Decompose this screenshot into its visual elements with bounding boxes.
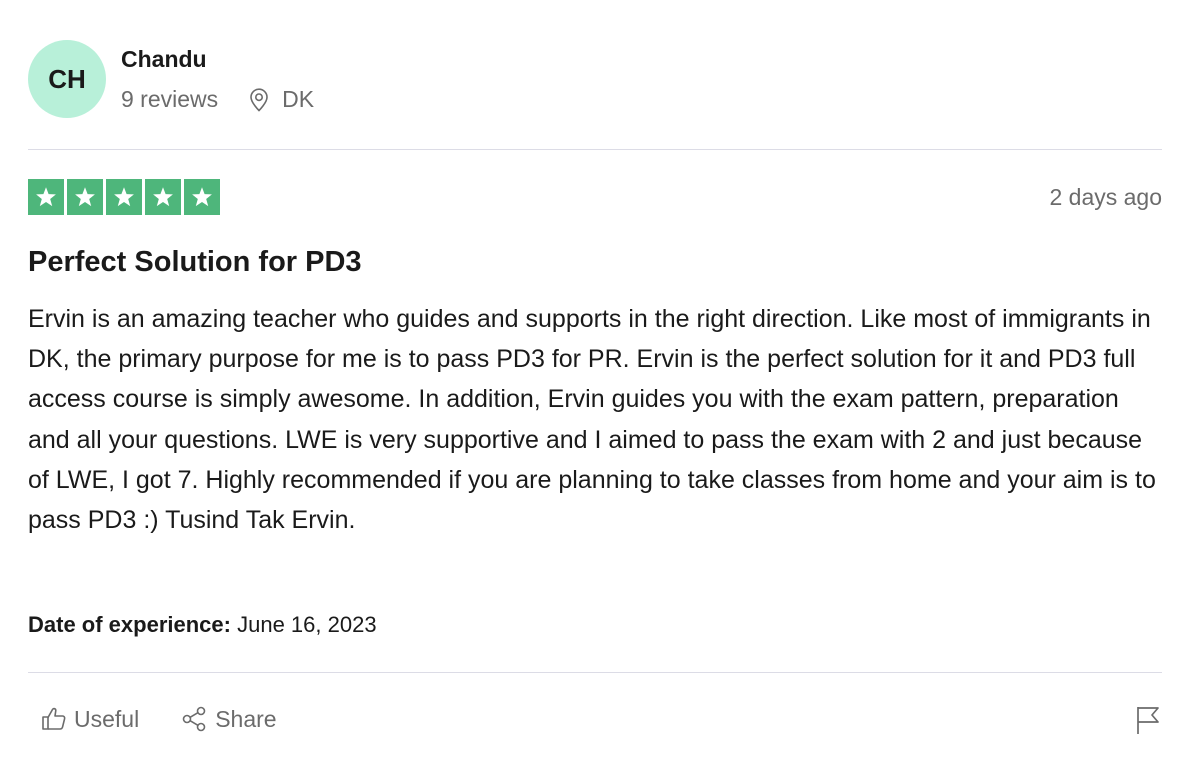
- useful-button[interactable]: Useful: [40, 705, 139, 733]
- review-card: CH Chandu 9 reviews DK 2 days ago Perfec…: [28, 0, 1162, 768]
- star-rating: [28, 179, 220, 215]
- date-of-experience: Date of experience: June 16, 2023: [28, 612, 377, 638]
- review-actions: Useful Share: [40, 705, 277, 733]
- report-button[interactable]: [1134, 704, 1162, 736]
- location-label: DK: [282, 86, 315, 112]
- share-icon: [182, 706, 206, 732]
- star-icon: [184, 179, 220, 215]
- avatar[interactable]: CH: [28, 40, 106, 118]
- flag-icon: [1137, 707, 1159, 734]
- avatar-initials: CH: [48, 63, 86, 94]
- location-pin-icon: [250, 87, 268, 112]
- reviewer-meta: 9 reviews DK: [121, 86, 314, 113]
- review-body: Ervin is an amazing teacher who guides a…: [28, 305, 1156, 535]
- reviewer-name[interactable]: Chandu: [121, 46, 207, 73]
- share-button[interactable]: Share: [181, 705, 277, 733]
- experience-date: June 16, 2023: [237, 612, 377, 637]
- review-date: 2 days ago: [1049, 184, 1162, 210]
- star-icon: [28, 179, 64, 215]
- reviews-count: 9 reviews: [121, 86, 219, 112]
- star-icon: [67, 179, 103, 215]
- thumbs-up-icon: [42, 707, 66, 730]
- star-icon: [106, 179, 142, 215]
- review-title[interactable]: Perfect Solution for PD3: [28, 246, 362, 279]
- reviewer-location: DK: [248, 86, 314, 113]
- footer-divider: [28, 672, 1162, 673]
- star-icon: [145, 179, 181, 215]
- share-label: Share: [215, 705, 277, 732]
- useful-label: Useful: [74, 705, 140, 732]
- experience-label: Date of experience:: [28, 612, 231, 637]
- header-divider: [28, 149, 1162, 150]
